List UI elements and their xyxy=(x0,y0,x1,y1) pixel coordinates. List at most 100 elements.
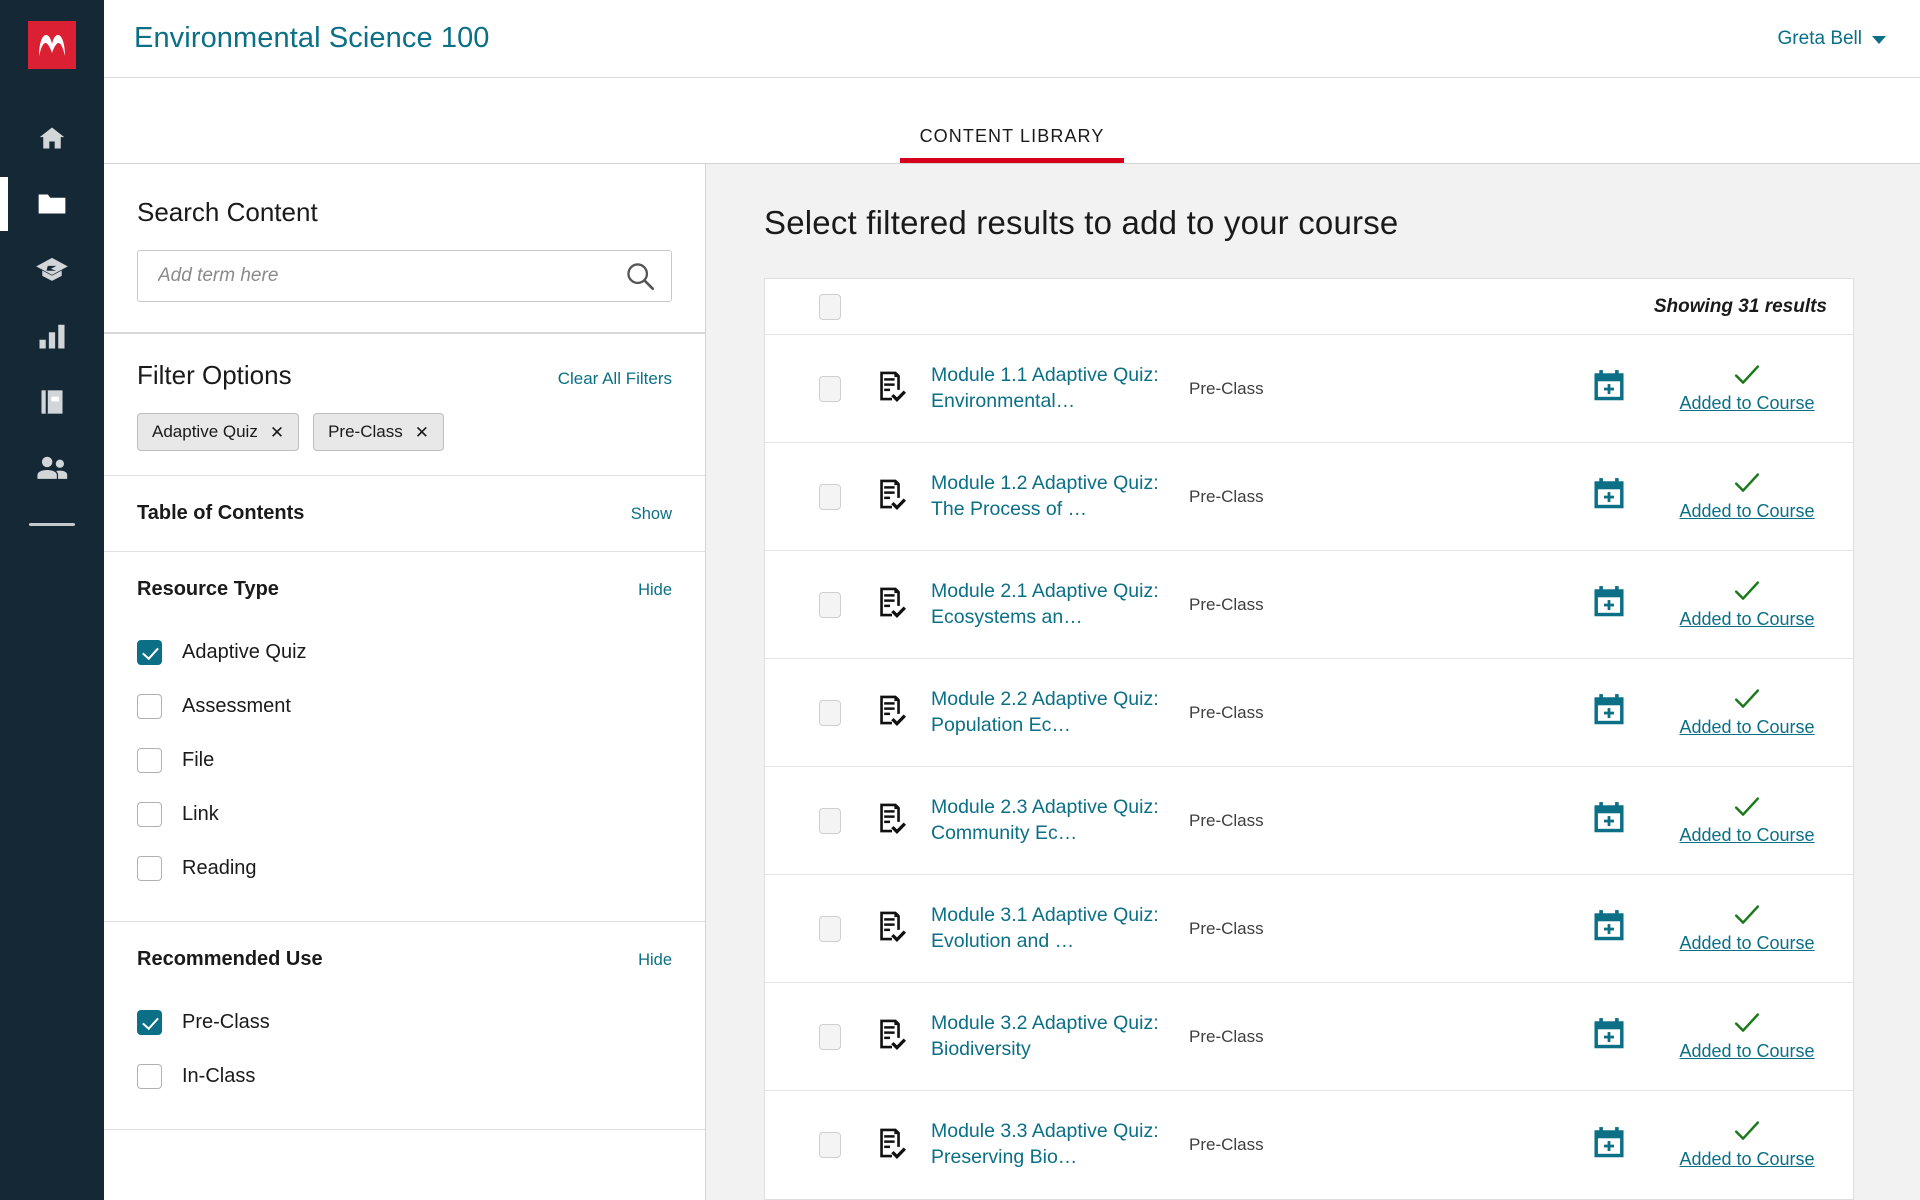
checkbox-label: Pre-Class xyxy=(182,1010,270,1033)
resource-title-link[interactable]: Module 2.2 Adaptive Quiz: Population Ec… xyxy=(931,687,1163,738)
resource-title-link[interactable]: Module 1.2 Adaptive Quiz: The Process of… xyxy=(931,471,1163,522)
check-icon xyxy=(1734,364,1760,391)
checkbox-box[interactable] xyxy=(137,1063,162,1089)
checkbox-reading[interactable]: Reading xyxy=(137,841,672,895)
checkbox-in-class[interactable]: In-Class xyxy=(137,1049,672,1103)
checkbox-box[interactable] xyxy=(137,801,162,827)
active-filter-chips: Adaptive Quiz ✕ Pre-Class ✕ xyxy=(137,413,672,451)
checkbox-box[interactable] xyxy=(137,1009,162,1035)
people-icon xyxy=(35,455,69,481)
check-icon xyxy=(1734,688,1760,715)
table-row[interactable]: Module 3.1 Adaptive Quiz: Evolution and … xyxy=(765,875,1853,983)
sidebar-item-reports[interactable] xyxy=(0,303,104,369)
user-menu[interactable]: Greta Bell xyxy=(1778,28,1886,50)
checkbox-label: Assessment xyxy=(182,694,291,717)
sidebar-item-courses[interactable] xyxy=(0,171,104,237)
toggle-table-of-contents[interactable]: Show xyxy=(631,505,672,524)
checkbox-box[interactable] xyxy=(137,693,162,719)
row-select-checkbox[interactable] xyxy=(819,591,841,618)
mcgraw-hill-logo-icon[interactable] xyxy=(28,21,76,69)
checkbox-adaptive-quiz[interactable]: Adaptive Quiz xyxy=(137,625,672,679)
calendar-add-icon[interactable] xyxy=(1591,476,1627,517)
calendar-add-icon[interactable] xyxy=(1591,908,1627,949)
filter-chip[interactable]: Adaptive Quiz ✕ xyxy=(137,413,300,451)
calendar-add-icon[interactable] xyxy=(1591,584,1627,625)
close-icon[interactable]: ✕ xyxy=(270,424,284,441)
resource-title-link[interactable]: Module 3.1 Adaptive Quiz: Evolution and … xyxy=(931,903,1163,954)
toggle-resource-type[interactable]: Hide xyxy=(638,581,672,600)
toggle-recommended-use[interactable]: Hide xyxy=(638,951,672,970)
sidebar-item-home[interactable] xyxy=(0,105,104,171)
status-badge[interactable]: Added to Course xyxy=(1667,1012,1827,1062)
table-row[interactable]: Module 2.1 Adaptive Quiz: Ecosystems an…… xyxy=(765,551,1853,659)
sidebar-item-ebook[interactable] xyxy=(0,369,104,435)
search-icon[interactable] xyxy=(625,261,655,291)
checkbox-file[interactable]: File xyxy=(137,733,672,787)
recommended-use-header: Recommended Use Hide xyxy=(137,948,672,971)
clear-all-filters-link[interactable]: Clear All Filters xyxy=(558,369,672,389)
resource-title-link[interactable]: Module 2.3 Adaptive Quiz: Community Ec… xyxy=(931,795,1163,846)
table-row[interactable]: Module 3.2 Adaptive Quiz: Biodiversity P… xyxy=(765,983,1853,1091)
row-select-checkbox[interactable] xyxy=(819,807,841,834)
table-row[interactable]: Module 2.3 Adaptive Quiz: Community Ec… … xyxy=(765,767,1853,875)
status-label: Added to Course xyxy=(1679,1149,1815,1169)
calendar-add-icon[interactable] xyxy=(1591,692,1627,733)
top-bar: Environmental Science 100 Greta Bell xyxy=(104,0,1920,78)
row-select-checkbox[interactable] xyxy=(819,483,841,510)
status-badge[interactable]: Added to Course xyxy=(1667,796,1827,846)
checkbox-box[interactable] xyxy=(137,639,162,665)
checkbox-link[interactable]: Link xyxy=(137,787,672,841)
resource-title-link[interactable]: Module 3.2 Adaptive Quiz: Biodiversity xyxy=(931,1011,1163,1062)
resource-title-link[interactable]: Module 3.3 Adaptive Quiz: Preserving Bio… xyxy=(931,1119,1163,1170)
quiz-document-icon xyxy=(875,801,909,840)
status-badge[interactable]: Added to Course xyxy=(1667,904,1827,954)
check-icon xyxy=(1734,904,1760,931)
calendar-add-icon[interactable] xyxy=(1591,1125,1627,1166)
rail-divider xyxy=(29,523,75,526)
resource-title-link[interactable]: Module 2.1 Adaptive Quiz: Ecosystems an… xyxy=(931,579,1163,630)
calendar-add-icon[interactable] xyxy=(1591,1016,1627,1057)
table-row[interactable]: Module 1.1 Adaptive Quiz: Environmental…… xyxy=(765,335,1853,443)
row-select-checkbox[interactable] xyxy=(819,699,841,726)
status-badge[interactable]: Added to Course xyxy=(1667,364,1827,414)
resource-title-link[interactable]: Module 1.1 Adaptive Quiz: Environmental… xyxy=(931,363,1163,414)
sidebar-item-learning[interactable] xyxy=(0,237,104,303)
quiz-document-icon xyxy=(875,477,909,516)
row-select-checkbox[interactable] xyxy=(819,915,841,942)
resource-type-header: Resource Type Hide xyxy=(137,578,672,601)
section-heading: Recommended Use xyxy=(137,948,323,970)
search-input[interactable] xyxy=(158,265,625,287)
checkbox-pre-class[interactable]: Pre-Class xyxy=(137,995,672,1049)
graduation-cap-icon xyxy=(35,256,69,284)
checkbox-box[interactable] xyxy=(137,855,162,881)
close-icon[interactable]: ✕ xyxy=(415,424,429,441)
results-panel: Select filtered results to add to your c… xyxy=(706,164,1920,1200)
row-select-checkbox[interactable] xyxy=(819,375,841,402)
status-badge[interactable]: Added to Course xyxy=(1667,580,1827,630)
tab-content-library[interactable]: CONTENT LIBRARY xyxy=(899,126,1125,163)
calendar-add-icon[interactable] xyxy=(1591,368,1627,409)
row-select-checkbox[interactable] xyxy=(819,1132,841,1158)
checkbox-assessment[interactable]: Assessment xyxy=(137,679,672,733)
select-all-checkbox[interactable] xyxy=(819,293,841,320)
content-body: Search Content Filter Options xyxy=(104,164,1920,1200)
sidebar-item-roster[interactable] xyxy=(0,435,104,501)
recommended-use-value: Pre-Class xyxy=(1189,594,1264,614)
status-badge[interactable]: Added to Course xyxy=(1667,688,1827,738)
table-row[interactable]: Module 2.2 Adaptive Quiz: Population Ec…… xyxy=(765,659,1853,767)
recommended-use-value: Pre-Class xyxy=(1189,486,1264,506)
checkbox-box[interactable] xyxy=(137,747,162,773)
check-icon xyxy=(1734,472,1760,499)
status-badge[interactable]: Added to Course xyxy=(1667,1120,1827,1170)
table-row[interactable]: Module 1.2 Adaptive Quiz: The Process of… xyxy=(765,443,1853,551)
filter-chip-label: Adaptive Quiz xyxy=(152,422,258,441)
status-badge[interactable]: Added to Course xyxy=(1667,472,1827,522)
results-row-list: Module 1.1 Adaptive Quiz: Environmental…… xyxy=(765,335,1853,1199)
filter-chip[interactable]: Pre-Class ✕ xyxy=(313,413,444,451)
search-content-heading: Search Content xyxy=(137,197,318,227)
table-row[interactable]: Module 3.3 Adaptive Quiz: Preserving Bio… xyxy=(765,1091,1853,1199)
calendar-add-icon[interactable] xyxy=(1591,800,1627,841)
row-select-checkbox[interactable] xyxy=(819,1023,841,1050)
search-input-wrapper[interactable] xyxy=(137,250,672,302)
status-label: Added to Course xyxy=(1679,608,1815,629)
